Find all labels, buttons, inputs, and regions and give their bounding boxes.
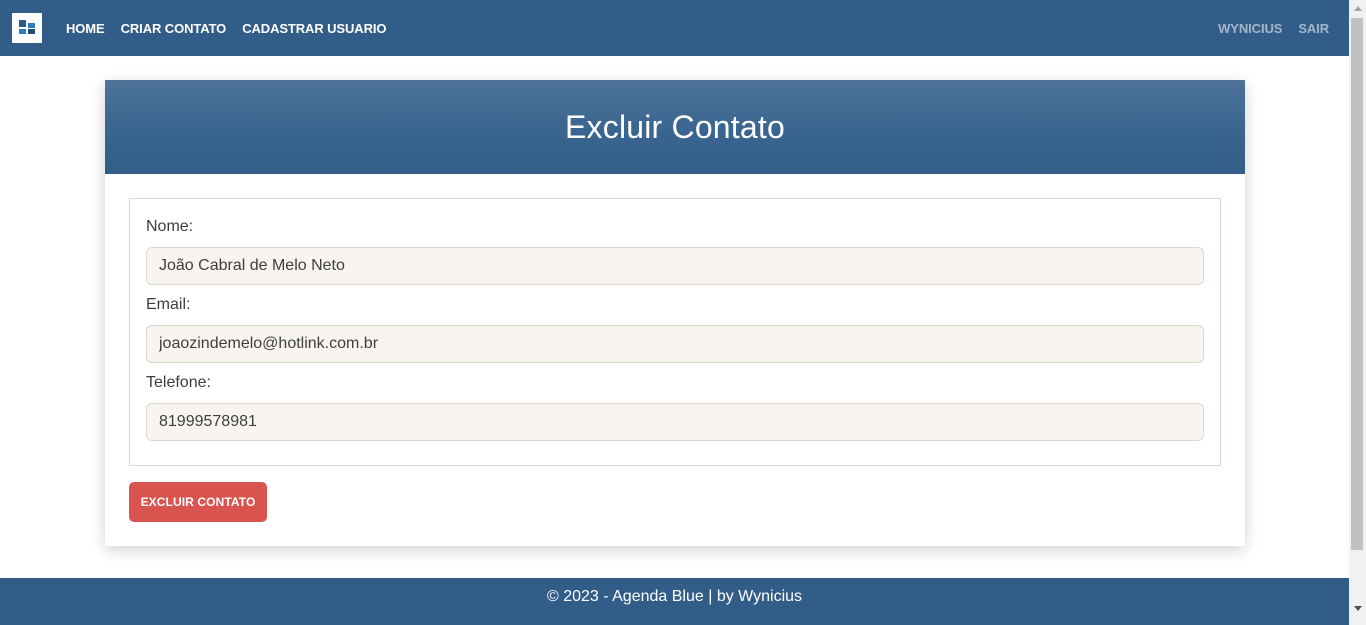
phone-label: Telefone: xyxy=(146,374,211,391)
nav-create-contact-link[interactable]: CRIAR CONTATO xyxy=(121,21,227,36)
scrollbar-thumb[interactable] xyxy=(1351,18,1363,550)
card-header: Excluir Contato xyxy=(105,80,1245,174)
nav-links: HOME CRIAR CONTATO CADASTRAR USUARIO xyxy=(66,0,402,56)
scroll-up-icon[interactable] xyxy=(1349,0,1366,17)
email-field[interactable] xyxy=(146,325,1204,363)
contact-fieldset: Nome: Email: Telefone: xyxy=(129,198,1221,466)
delete-contact-button[interactable]: EXCLUIR CONTATO xyxy=(129,482,267,522)
page-title: Excluir Contato xyxy=(565,108,785,145)
delete-contact-card: Excluir Contato Nome: Email: Telefone: E… xyxy=(105,80,1245,546)
footer-text: © 2023 - Agenda Blue | by Wynicius xyxy=(546,588,803,605)
name-label: Nome: xyxy=(146,218,194,235)
brand-logo[interactable] xyxy=(12,13,42,43)
app-logo-icon xyxy=(19,20,35,34)
nav-home-link[interactable]: HOME xyxy=(66,21,105,36)
nav-user-link[interactable]: WYNICIUS xyxy=(1218,21,1282,36)
scroll-down-icon[interactable] xyxy=(1349,600,1366,617)
vertical-scrollbar[interactable] xyxy=(1349,0,1366,625)
nav-register-user-link[interactable]: CADASTRAR USUARIO xyxy=(242,21,386,36)
page: HOME CRIAR CONTATO CADASTRAR USUARIO WYN… xyxy=(0,0,1366,625)
navbar: HOME CRIAR CONTATO CADASTRAR USUARIO WYN… xyxy=(0,0,1349,56)
nav-user-area: WYNICIUS SAIR xyxy=(1202,0,1329,56)
nav-logout-link[interactable]: SAIR xyxy=(1298,21,1329,36)
footer: © 2023 - Agenda Blue | by Wynicius xyxy=(0,578,1349,625)
name-field[interactable] xyxy=(146,247,1204,285)
phone-field[interactable] xyxy=(146,403,1204,441)
email-label: Email: xyxy=(146,296,191,313)
